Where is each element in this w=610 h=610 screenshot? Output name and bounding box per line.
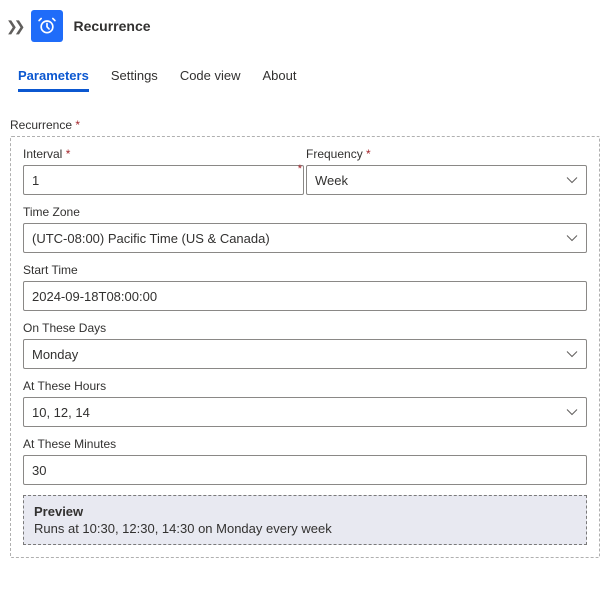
required-marker: *	[298, 163, 302, 175]
preview-title: Preview	[34, 504, 576, 519]
days-label: On These Days	[23, 321, 587, 335]
hours-label: At These Hours	[23, 379, 587, 393]
hours-select[interactable]: 10, 12, 14	[23, 397, 587, 427]
chevron-down-icon	[566, 232, 578, 244]
timezone-value: (UTC-08:00) Pacific Time (US & Canada)	[32, 231, 270, 246]
chevron-down-icon	[566, 174, 578, 186]
chevron-down-icon	[566, 406, 578, 418]
preview-text: Runs at 10:30, 12:30, 14:30 on Monday ev…	[34, 521, 576, 536]
frequency-label: Frequency	[306, 147, 587, 161]
frequency-select[interactable]: Week	[306, 165, 587, 195]
recurrence-fieldset: Interval * Frequency Week Time Zone (UTC…	[10, 136, 600, 558]
days-select[interactable]: Monday	[23, 339, 587, 369]
clock-alarm-icon	[31, 10, 63, 42]
timezone-select[interactable]: (UTC-08:00) Pacific Time (US & Canada)	[23, 223, 587, 253]
start-time-label: Start Time	[23, 263, 587, 277]
interval-label: Interval	[23, 147, 304, 161]
tab-about[interactable]: About	[263, 68, 297, 92]
frequency-value: Week	[315, 173, 348, 188]
section-title: Recurrence	[10, 118, 600, 132]
start-time-input[interactable]	[23, 281, 587, 311]
tab-parameters[interactable]: Parameters	[18, 68, 89, 92]
preview-box: Preview Runs at 10:30, 12:30, 14:30 on M…	[23, 495, 587, 545]
days-value: Monday	[32, 347, 78, 362]
tab-settings[interactable]: Settings	[111, 68, 158, 92]
step-header: ❯❯ Recurrence	[0, 0, 610, 50]
minutes-input[interactable]	[23, 455, 587, 485]
interval-input[interactable]	[23, 165, 304, 195]
hours-value: 10, 12, 14	[32, 405, 90, 420]
tab-bar: Parameters Settings Code view About	[0, 50, 610, 92]
tab-code-view[interactable]: Code view	[180, 68, 241, 92]
step-title: Recurrence	[73, 18, 150, 34]
timezone-label: Time Zone	[23, 205, 587, 219]
minutes-label: At These Minutes	[23, 437, 587, 451]
collapse-expand-icon[interactable]: ❯❯	[6, 18, 21, 35]
chevron-down-icon	[566, 348, 578, 360]
